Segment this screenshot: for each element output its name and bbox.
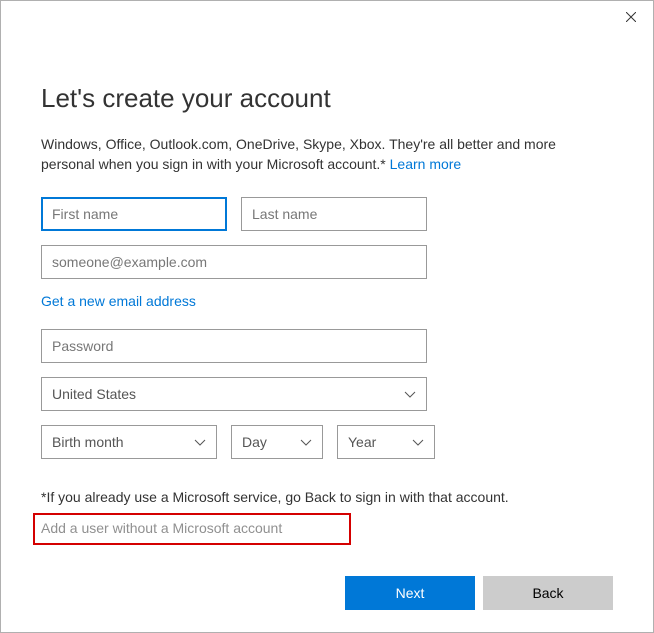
content-area: Let's create your account Windows, Offic… (1, 33, 653, 545)
birth-day-label: Day (242, 434, 267, 450)
page-title: Let's create your account (41, 83, 613, 114)
back-button[interactable]: Back (483, 576, 613, 610)
birth-day-select[interactable]: Day (231, 425, 323, 459)
birth-year-select[interactable]: Year (337, 425, 435, 459)
get-new-email-link[interactable]: Get a new email address (41, 293, 196, 309)
birth-year-label: Year (348, 434, 376, 450)
country-selected: United States (52, 386, 136, 402)
name-row (41, 197, 613, 231)
dialog-window: Let's create your account Windows, Offic… (0, 0, 654, 633)
description-text: Windows, Office, Outlook.com, OneDrive, … (41, 136, 556, 172)
password-input[interactable] (41, 329, 427, 363)
first-name-input[interactable] (41, 197, 227, 231)
highlight-annotation: Add a user without a Microsoft account (33, 513, 351, 545)
get-new-email-row: Get a new email address (41, 293, 613, 309)
learn-more-link[interactable]: Learn more (390, 156, 462, 172)
email-input[interactable] (41, 245, 427, 279)
birth-month-select[interactable]: Birth month (41, 425, 217, 459)
description: Windows, Office, Outlook.com, OneDrive, … (41, 134, 613, 175)
chevron-down-icon (194, 436, 206, 448)
title-bar (1, 1, 653, 33)
password-row (41, 329, 613, 363)
next-button[interactable]: Next (345, 576, 475, 610)
footnote-text: *If you already use a Microsoft service,… (41, 489, 613, 505)
birth-month-label: Birth month (52, 434, 124, 450)
birthdate-row: Birth month Day Year (41, 425, 613, 459)
country-select[interactable]: United States (41, 377, 427, 411)
close-icon (626, 12, 636, 22)
country-row: United States (41, 377, 613, 411)
chevron-down-icon (404, 388, 416, 400)
chevron-down-icon (412, 436, 424, 448)
chevron-down-icon (300, 436, 312, 448)
last-name-input[interactable] (241, 197, 427, 231)
add-user-without-msa-link[interactable]: Add a user without a Microsoft account (41, 520, 282, 536)
email-row (41, 245, 613, 279)
close-button[interactable] (608, 2, 653, 32)
button-row: Next Back (345, 576, 613, 610)
